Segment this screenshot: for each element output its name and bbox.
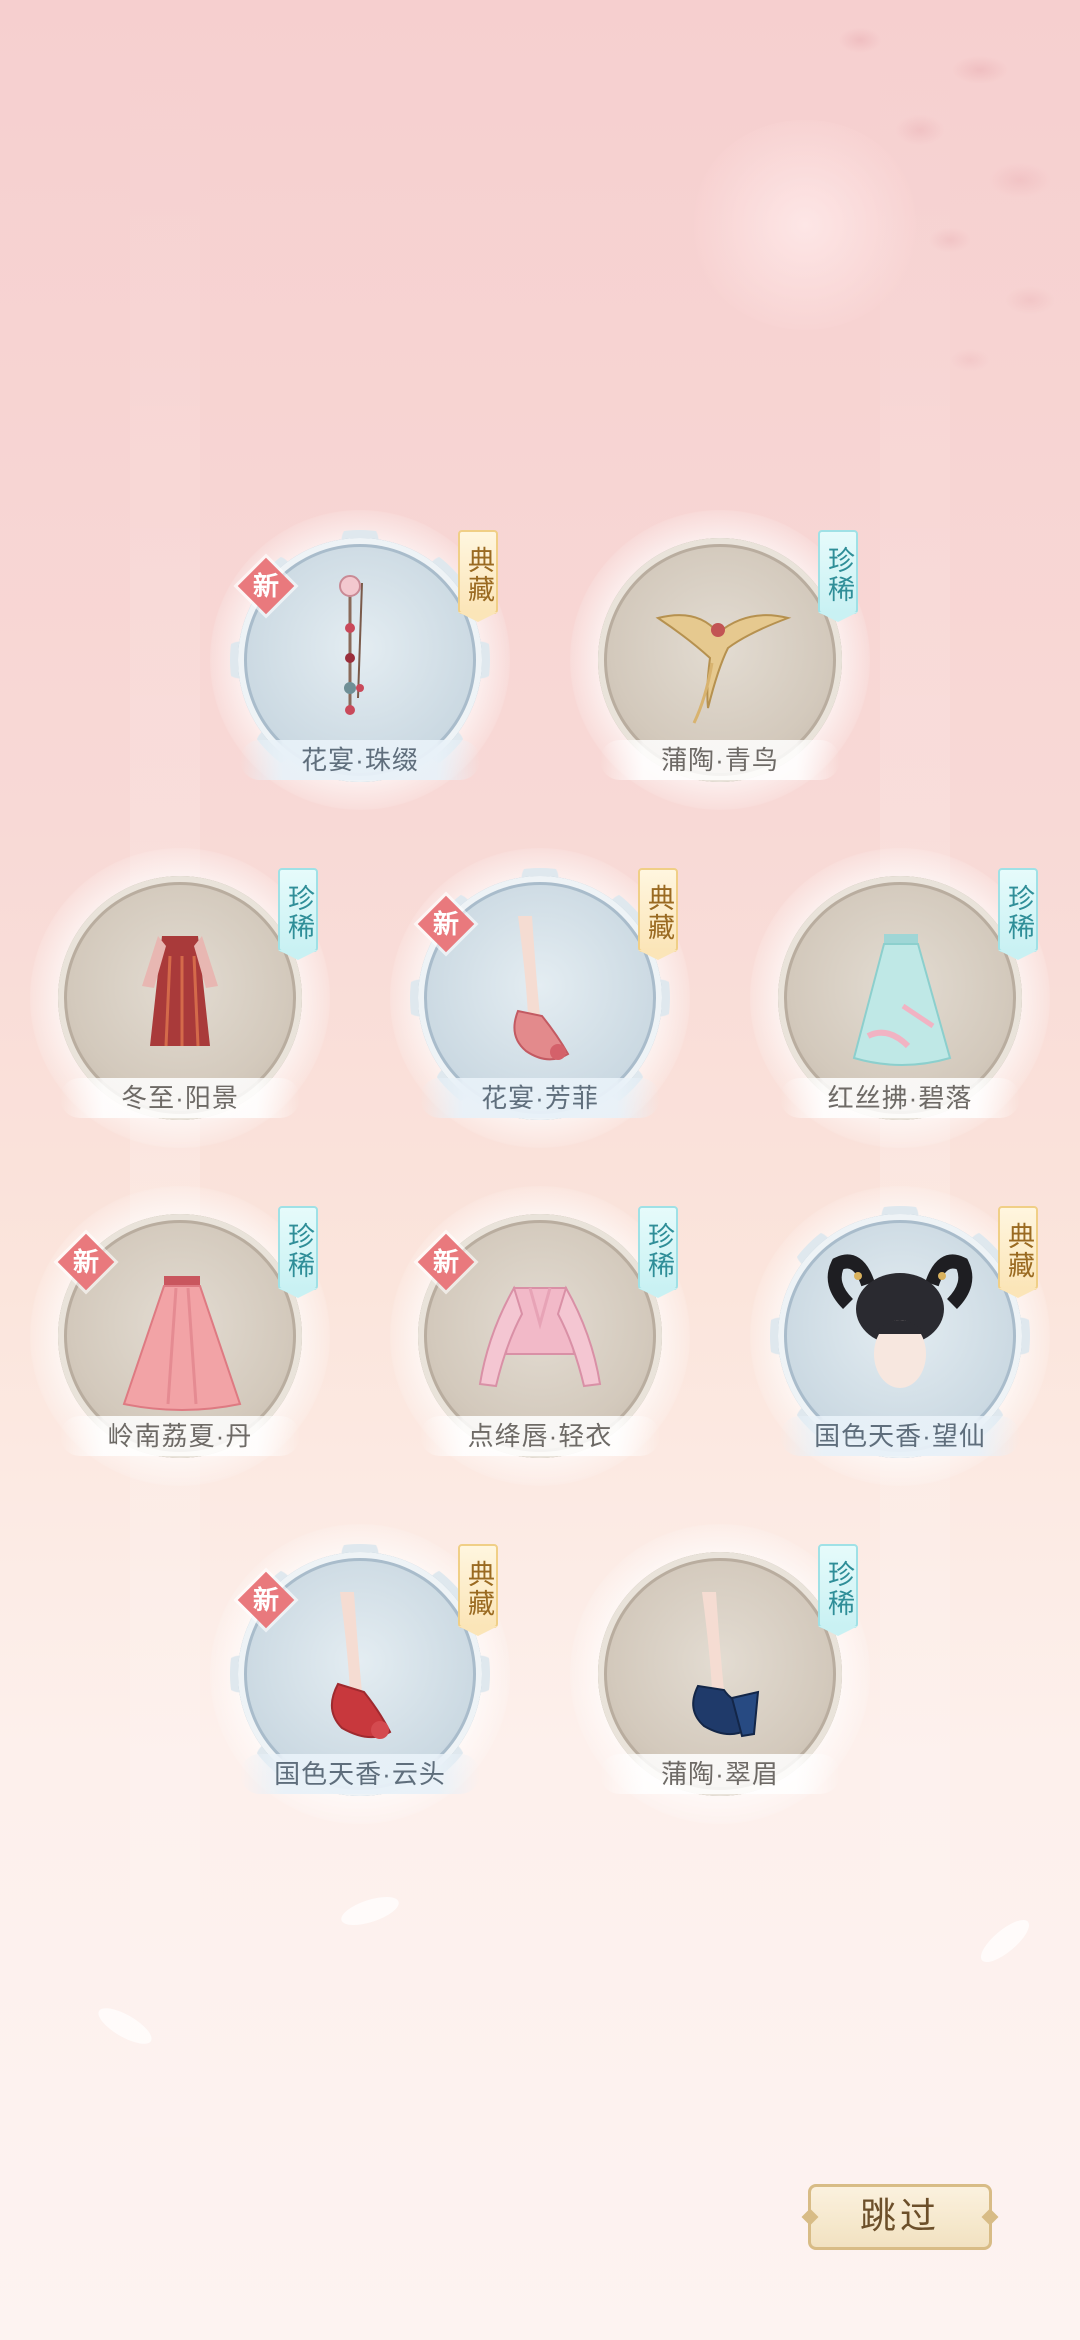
background-wisteria	[820, 0, 1080, 430]
reward-item[interactable]: 珍稀 新 岭南荔夏·丹	[30, 1186, 330, 1486]
item-name: 蒲陶·翠眉	[600, 1754, 840, 1794]
reward-screen: { "items": [ {"name": "花宴·珠缀", "tier": "…	[0, 0, 1080, 2340]
new-label: 新	[432, 1247, 459, 1277]
item-name: 花宴·珠缀	[240, 740, 480, 780]
tier-tag: 珍稀	[818, 530, 858, 614]
tier-tag: 典藏	[998, 1206, 1038, 1290]
tier-tag: 典藏	[458, 1544, 498, 1628]
tier-tag: 珍稀	[998, 868, 1038, 952]
background-pillar	[130, 0, 200, 2340]
tier-tag: 典藏	[638, 868, 678, 952]
item-name: 岭南荔夏·丹	[60, 1416, 300, 1456]
new-label: 新	[252, 571, 279, 601]
reward-item[interactable]: 典藏 新 国色天香·云头	[210, 1524, 510, 1824]
item-name: 花宴·芳菲	[420, 1078, 660, 1118]
tier-tag: 珍稀	[638, 1206, 678, 1290]
item-name: 点绛唇·轻衣	[420, 1416, 660, 1456]
reward-item[interactable]: 珍稀 蒲陶·翠眉	[570, 1524, 870, 1824]
reward-item[interactable]: 珍稀 蒲陶·青鸟	[570, 510, 870, 810]
new-label: 新	[72, 1247, 99, 1277]
reward-item[interactable]: 珍稀 红丝拂·碧落	[750, 848, 1050, 1148]
reward-item[interactable]: 珍稀 冬至·阳景	[30, 848, 330, 1148]
item-name: 蒲陶·青鸟	[600, 740, 840, 780]
item-name: 红丝拂·碧落	[780, 1078, 1020, 1118]
skip-button[interactable]: 跳过	[808, 2184, 992, 2250]
reward-item[interactable]: 典藏 新 花宴·芳菲	[390, 848, 690, 1148]
new-label: 新	[252, 1585, 279, 1615]
item-name: 冬至·阳景	[60, 1078, 300, 1118]
reward-item[interactable]: 典藏 国色天香·望仙	[750, 1186, 1050, 1486]
new-label: 新	[432, 909, 459, 939]
tier-tag: 珍稀	[818, 1544, 858, 1628]
petal-decoration	[974, 1913, 1036, 1969]
item-name: 国色天香·望仙	[780, 1416, 1020, 1456]
petal-decoration	[338, 1891, 402, 1931]
reward-item[interactable]: 珍稀 新 点绛唇·轻衣	[390, 1186, 690, 1486]
tier-tag: 典藏	[458, 530, 498, 614]
tier-tag: 珍稀	[278, 1206, 318, 1290]
reward-item[interactable]: 典藏 新 花宴·珠缀	[210, 510, 510, 810]
item-name: 国色天香·云头	[240, 1754, 480, 1794]
tier-tag: 珍稀	[278, 868, 318, 952]
